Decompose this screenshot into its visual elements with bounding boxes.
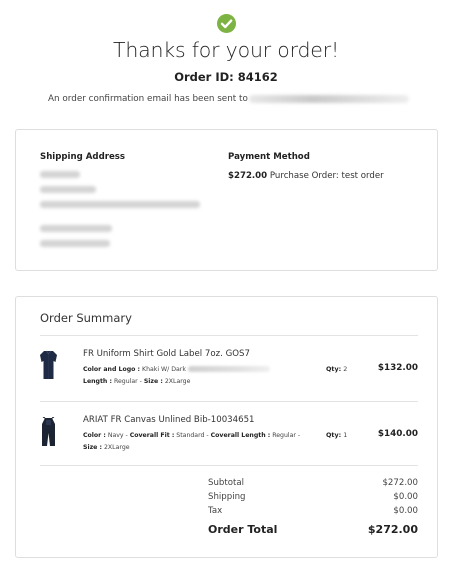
- item-name[interactable]: ARIAT FR Canvas Unlined Bib-10034651: [83, 415, 255, 425]
- attr-label: Color and Logo :: [83, 366, 141, 373]
- shipping-phone-redacted: [40, 240, 110, 247]
- confirmation-text: An order confirmation email has been sen…: [48, 94, 248, 104]
- confirmation-message: An order confirmation email has been sen…: [48, 94, 409, 104]
- shipping-email-redacted: [40, 225, 112, 232]
- attr-value: 2XLarge: [164, 378, 191, 385]
- attr-value: 2XLarge: [103, 444, 130, 451]
- item-quantity: Qty: 1: [326, 431, 347, 439]
- attr-label: Color :: [83, 432, 106, 439]
- page-title: Thanks for your order!: [113, 38, 339, 62]
- attr-value: Regular: [272, 432, 296, 439]
- attr-value: Regular: [113, 378, 138, 385]
- shipping-street-redacted: [40, 186, 96, 193]
- subtotal-label: Subtotal: [208, 478, 245, 488]
- shipping-name-redacted: [40, 171, 80, 178]
- item-quantity: Qty: 2: [326, 365, 347, 373]
- order-total-value: $272.00: [367, 523, 418, 536]
- shipping-city-redacted: [40, 201, 200, 208]
- attr-label: Size :: [83, 444, 103, 451]
- shipping-address-label: Shipping Address: [40, 152, 126, 162]
- order-summary-card: Order Summary FR Uniform Shirt Gold Labe…: [15, 296, 438, 558]
- item-name[interactable]: FR Uniform Shirt Gold Label 7oz. GOS7: [83, 349, 250, 359]
- attr-value: Standard: [176, 432, 205, 439]
- success-check-icon: [217, 14, 236, 33]
- redacted-email: [248, 94, 409, 103]
- shipping-label: Shipping: [208, 492, 246, 502]
- item-attributes: Color : Navy - Coverall Fit : Standard -…: [83, 432, 301, 439]
- qty-value: 2: [343, 365, 348, 373]
- item-price: $140.00: [377, 429, 418, 439]
- qty-label: Qty:: [326, 431, 342, 439]
- divider: [40, 465, 418, 466]
- attr-label: Size :: [143, 378, 163, 385]
- divider: [40, 401, 418, 402]
- shirt-thumbnail[interactable]: [40, 350, 57, 384]
- payment-amount: $272.00: [228, 171, 268, 181]
- payment-method: Purchase Order: test order: [269, 171, 384, 181]
- item-attributes: Length : Regular - Size : 2XLarge: [83, 378, 191, 385]
- qty-value: 1: [343, 431, 348, 439]
- subtotal-value: $272.00: [382, 478, 418, 488]
- order-id: Order ID: 84162: [174, 70, 278, 84]
- attr-value: Navy: [107, 432, 124, 439]
- divider: [40, 335, 418, 336]
- bib-overall-thumbnail[interactable]: [40, 416, 57, 451]
- tax-label: Tax: [208, 506, 223, 516]
- attr-label: Coverall Length :: [210, 432, 271, 439]
- item-attributes: Color and Logo : Khaki W/ Dark: [83, 366, 270, 373]
- qty-label: Qty:: [326, 365, 342, 373]
- tax-value: $0.00: [393, 506, 418, 516]
- redacted-attribute: [187, 366, 270, 372]
- order-summary-title: Order Summary: [40, 311, 132, 325]
- attr-label: Length :: [83, 378, 112, 385]
- order-item: ARIAT FR Canvas Unlined Bib-10034651 Col…: [40, 413, 418, 473]
- attr-value: Khaki W/ Dark: [142, 366, 186, 373]
- order-item: FR Uniform Shirt Gold Label 7oz. GOS7 Co…: [40, 347, 418, 407]
- shipping-payment-card: Shipping Address Payment Method $272.00 …: [15, 129, 438, 271]
- order-total-label: Order Total: [208, 523, 278, 536]
- attr-label: Coverall Fit :: [129, 432, 175, 439]
- payment-details: $272.00 Purchase Order: test order: [228, 171, 384, 181]
- payment-method-label: Payment Method: [228, 152, 310, 162]
- item-attributes: Size : 2XLarge: [83, 444, 130, 451]
- shipping-value: $0.00: [393, 492, 418, 502]
- item-price: $132.00: [377, 363, 418, 373]
